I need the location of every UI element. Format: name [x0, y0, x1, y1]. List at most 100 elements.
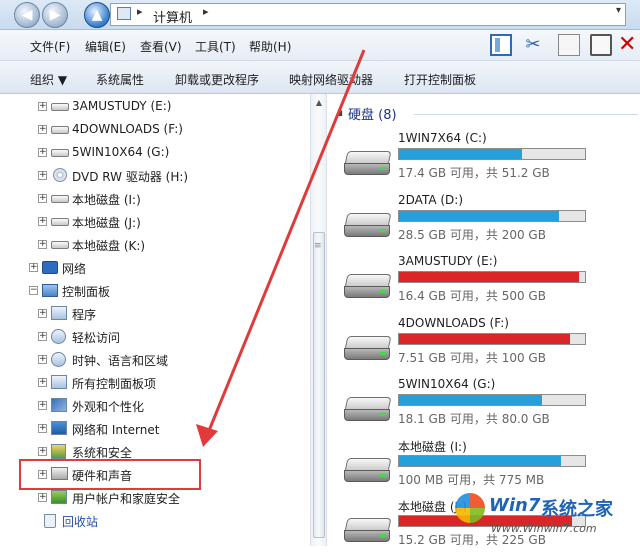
- menu-help[interactable]: 帮助(H): [249, 38, 291, 55]
- tree-scrollbar[interactable]: ▲ ≡: [310, 94, 327, 546]
- hard-drive-icon: [344, 213, 392, 239]
- forward-button[interactable]: ▶: [42, 2, 68, 28]
- expand-icon[interactable]: +: [38, 401, 47, 410]
- menu-view[interactable]: 查看(V): [140, 38, 182, 55]
- up-level-button[interactable]: ▲: [84, 2, 110, 28]
- tree-item-appearance[interactable]: + 外观和个性化: [0, 396, 300, 416]
- expand-icon[interactable]: +: [38, 424, 47, 433]
- expand-icon[interactable]: +: [38, 194, 47, 203]
- open-control-panel-button[interactable]: 打开控制面板: [404, 71, 476, 88]
- drive-usage-bar: [398, 455, 586, 467]
- drive-item[interactable]: 2DATA (D:) 28.5 GB 可用，共 200 GB: [344, 193, 634, 253]
- tree-item-label: 5WIN10X64 (G:): [72, 145, 170, 159]
- expand-icon[interactable]: +: [38, 355, 47, 364]
- expand-icon[interactable]: +: [38, 447, 47, 456]
- paste-icon[interactable]: [590, 34, 612, 56]
- expand-icon[interactable]: +: [29, 263, 38, 272]
- tree-item-drive-j[interactable]: + 本地磁盘 (J:): [0, 212, 300, 232]
- tree-item-label: 轻松访问: [72, 331, 121, 345]
- drive-usage-bar: [398, 394, 586, 406]
- expand-icon[interactable]: +: [38, 493, 47, 502]
- hard-drive-icon: [344, 518, 392, 544]
- computer-icon: [117, 7, 131, 20]
- drive-name: 本地磁盘 (I:): [398, 440, 467, 454]
- expand-icon[interactable]: +: [38, 378, 47, 387]
- scroll-thumb[interactable]: [313, 232, 325, 538]
- expand-icon[interactable]: +: [38, 240, 47, 249]
- drive-icon: [51, 149, 69, 157]
- tree-item-drive-i[interactable]: + 本地磁盘 (I:): [0, 189, 300, 209]
- tree-item-control-panel[interactable]: − 控制面板: [0, 281, 300, 301]
- drive-icon: [51, 126, 69, 134]
- expand-icon[interactable]: +: [38, 125, 47, 134]
- clock-language-icon: [51, 352, 66, 367]
- tree-item-recycle-bin[interactable]: 回收站: [0, 511, 300, 531]
- expand-icon[interactable]: +: [38, 217, 47, 226]
- tree-item-clock-language[interactable]: + 时钟、语言和区域: [0, 350, 300, 370]
- drive-item[interactable]: 1WIN7X64 (C:) 17.4 GB 可用，共 51.2 GB: [344, 131, 634, 191]
- expand-icon[interactable]: +: [38, 171, 47, 180]
- tree-item-drive-f[interactable]: + 4DOWNLOADS (F:): [0, 120, 300, 140]
- back-button[interactable]: ◀: [14, 2, 40, 28]
- tree-item-user-accounts[interactable]: + 用户帐户和家庭安全: [0, 488, 300, 508]
- drive-item[interactable]: 本地磁盘 (I:) 100 MB 可用，共 775 MB: [344, 438, 634, 498]
- scroll-up-icon[interactable]: ▲: [314, 98, 324, 107]
- drive-usage-bar: [398, 210, 586, 222]
- drive-free-space: 100 MB 可用，共 775 MB: [398, 473, 545, 487]
- expand-icon[interactable]: +: [38, 148, 47, 157]
- expand-icon[interactable]: +: [38, 309, 47, 318]
- tree-item-label: 本地磁盘 (I:): [72, 193, 141, 207]
- collapse-icon[interactable]: −: [29, 286, 38, 295]
- tree-item-dvd-h[interactable]: + DVD RW 驱动器 (H:): [0, 166, 300, 186]
- tree-item-all-items[interactable]: + 所有控制面板项: [0, 373, 300, 393]
- breadcrumb-computer[interactable]: 计算机: [153, 7, 192, 26]
- drive-item[interactable]: 3AMUSTUDY (E:) 16.4 GB 可用，共 500 GB: [344, 254, 634, 314]
- menu-file[interactable]: 文件(F): [30, 38, 70, 55]
- tree-item-ease-of-access[interactable]: + 轻松访问: [0, 327, 300, 347]
- expand-icon[interactable]: +: [38, 332, 47, 341]
- content-pane: ◢ 硬盘 (8) 1WIN7X64 (C:) 17.4 GB 可用，共 51.2…: [328, 94, 640, 547]
- drive-usage-bar: [398, 333, 586, 345]
- tree-item-drive-k[interactable]: + 本地磁盘 (K:): [0, 235, 300, 255]
- copy-icon[interactable]: [558, 34, 580, 56]
- delete-icon[interactable]: ✕: [618, 34, 640, 56]
- drive-icon: [51, 218, 69, 226]
- group-collapse-icon[interactable]: ◢: [336, 108, 342, 117]
- drive-name: 2DATA (D:): [398, 193, 464, 207]
- watermark-brand: Win7: [489, 495, 541, 516]
- breadcrumb-separator[interactable]: ▸: [203, 5, 209, 18]
- drive-item[interactable]: 4DOWNLOADS (F:) 7.51 GB 可用，共 100 GB: [344, 316, 634, 376]
- tree-item-drive-g[interactable]: + 5WIN10X64 (G:): [0, 143, 300, 163]
- tree-item-label: 网络: [62, 262, 87, 276]
- cut-icon[interactable]: ✂: [522, 34, 544, 56]
- hard-drive-icon: [344, 397, 392, 423]
- drive-name: 3AMUSTUDY (E:): [398, 254, 498, 268]
- tree-item-label: 网络和 Internet: [72, 423, 160, 437]
- address-dropdown-icon[interactable]: ▾: [616, 5, 621, 16]
- recycle-bin-icon: [44, 514, 56, 528]
- system-properties-button[interactable]: 系统属性: [96, 71, 144, 88]
- organize-button[interactable]: 组织 ▼: [30, 71, 67, 88]
- tree-item-programs[interactable]: + 程序: [0, 304, 300, 324]
- address-input[interactable]: ▸ 计算机 ▸ ▾: [110, 3, 626, 26]
- map-network-drive-button[interactable]: 映射网络驱动器: [289, 71, 373, 88]
- breadcrumb-separator[interactable]: ▸: [137, 5, 143, 18]
- tree-item-label: 外观和个性化: [72, 400, 145, 414]
- user-accounts-icon: [51, 490, 67, 504]
- menu-tools[interactable]: 工具(T): [195, 38, 236, 55]
- tree-item-label: 用户帐户和家庭安全: [72, 492, 181, 506]
- menu-edit[interactable]: 编辑(E): [85, 38, 126, 55]
- tree-item-drive-e[interactable]: + 3AMUSTUDY (E:): [0, 97, 300, 117]
- uninstall-program-button[interactable]: 卸载或更改程序: [175, 71, 259, 88]
- drive-name: 4DOWNLOADS (F:): [398, 316, 509, 330]
- up-arrow-icon: ▲: [91, 7, 103, 23]
- group-title[interactable]: 硬盘 (8): [348, 104, 397, 123]
- preview-pane-icon[interactable]: [490, 34, 512, 56]
- drive-item[interactable]: 5WIN10X64 (G:) 18.1 GB 可用，共 80.0 GB: [344, 377, 634, 437]
- expand-icon[interactable]: +: [38, 102, 47, 111]
- drive-name: 5WIN10X64 (G:): [398, 377, 496, 391]
- tree-item-network[interactable]: + 网络: [0, 258, 300, 278]
- system-security-icon: [51, 444, 66, 459]
- tree-item-network-internet[interactable]: + 网络和 Internet: [0, 419, 300, 439]
- tree-item-label: 程序: [72, 308, 97, 322]
